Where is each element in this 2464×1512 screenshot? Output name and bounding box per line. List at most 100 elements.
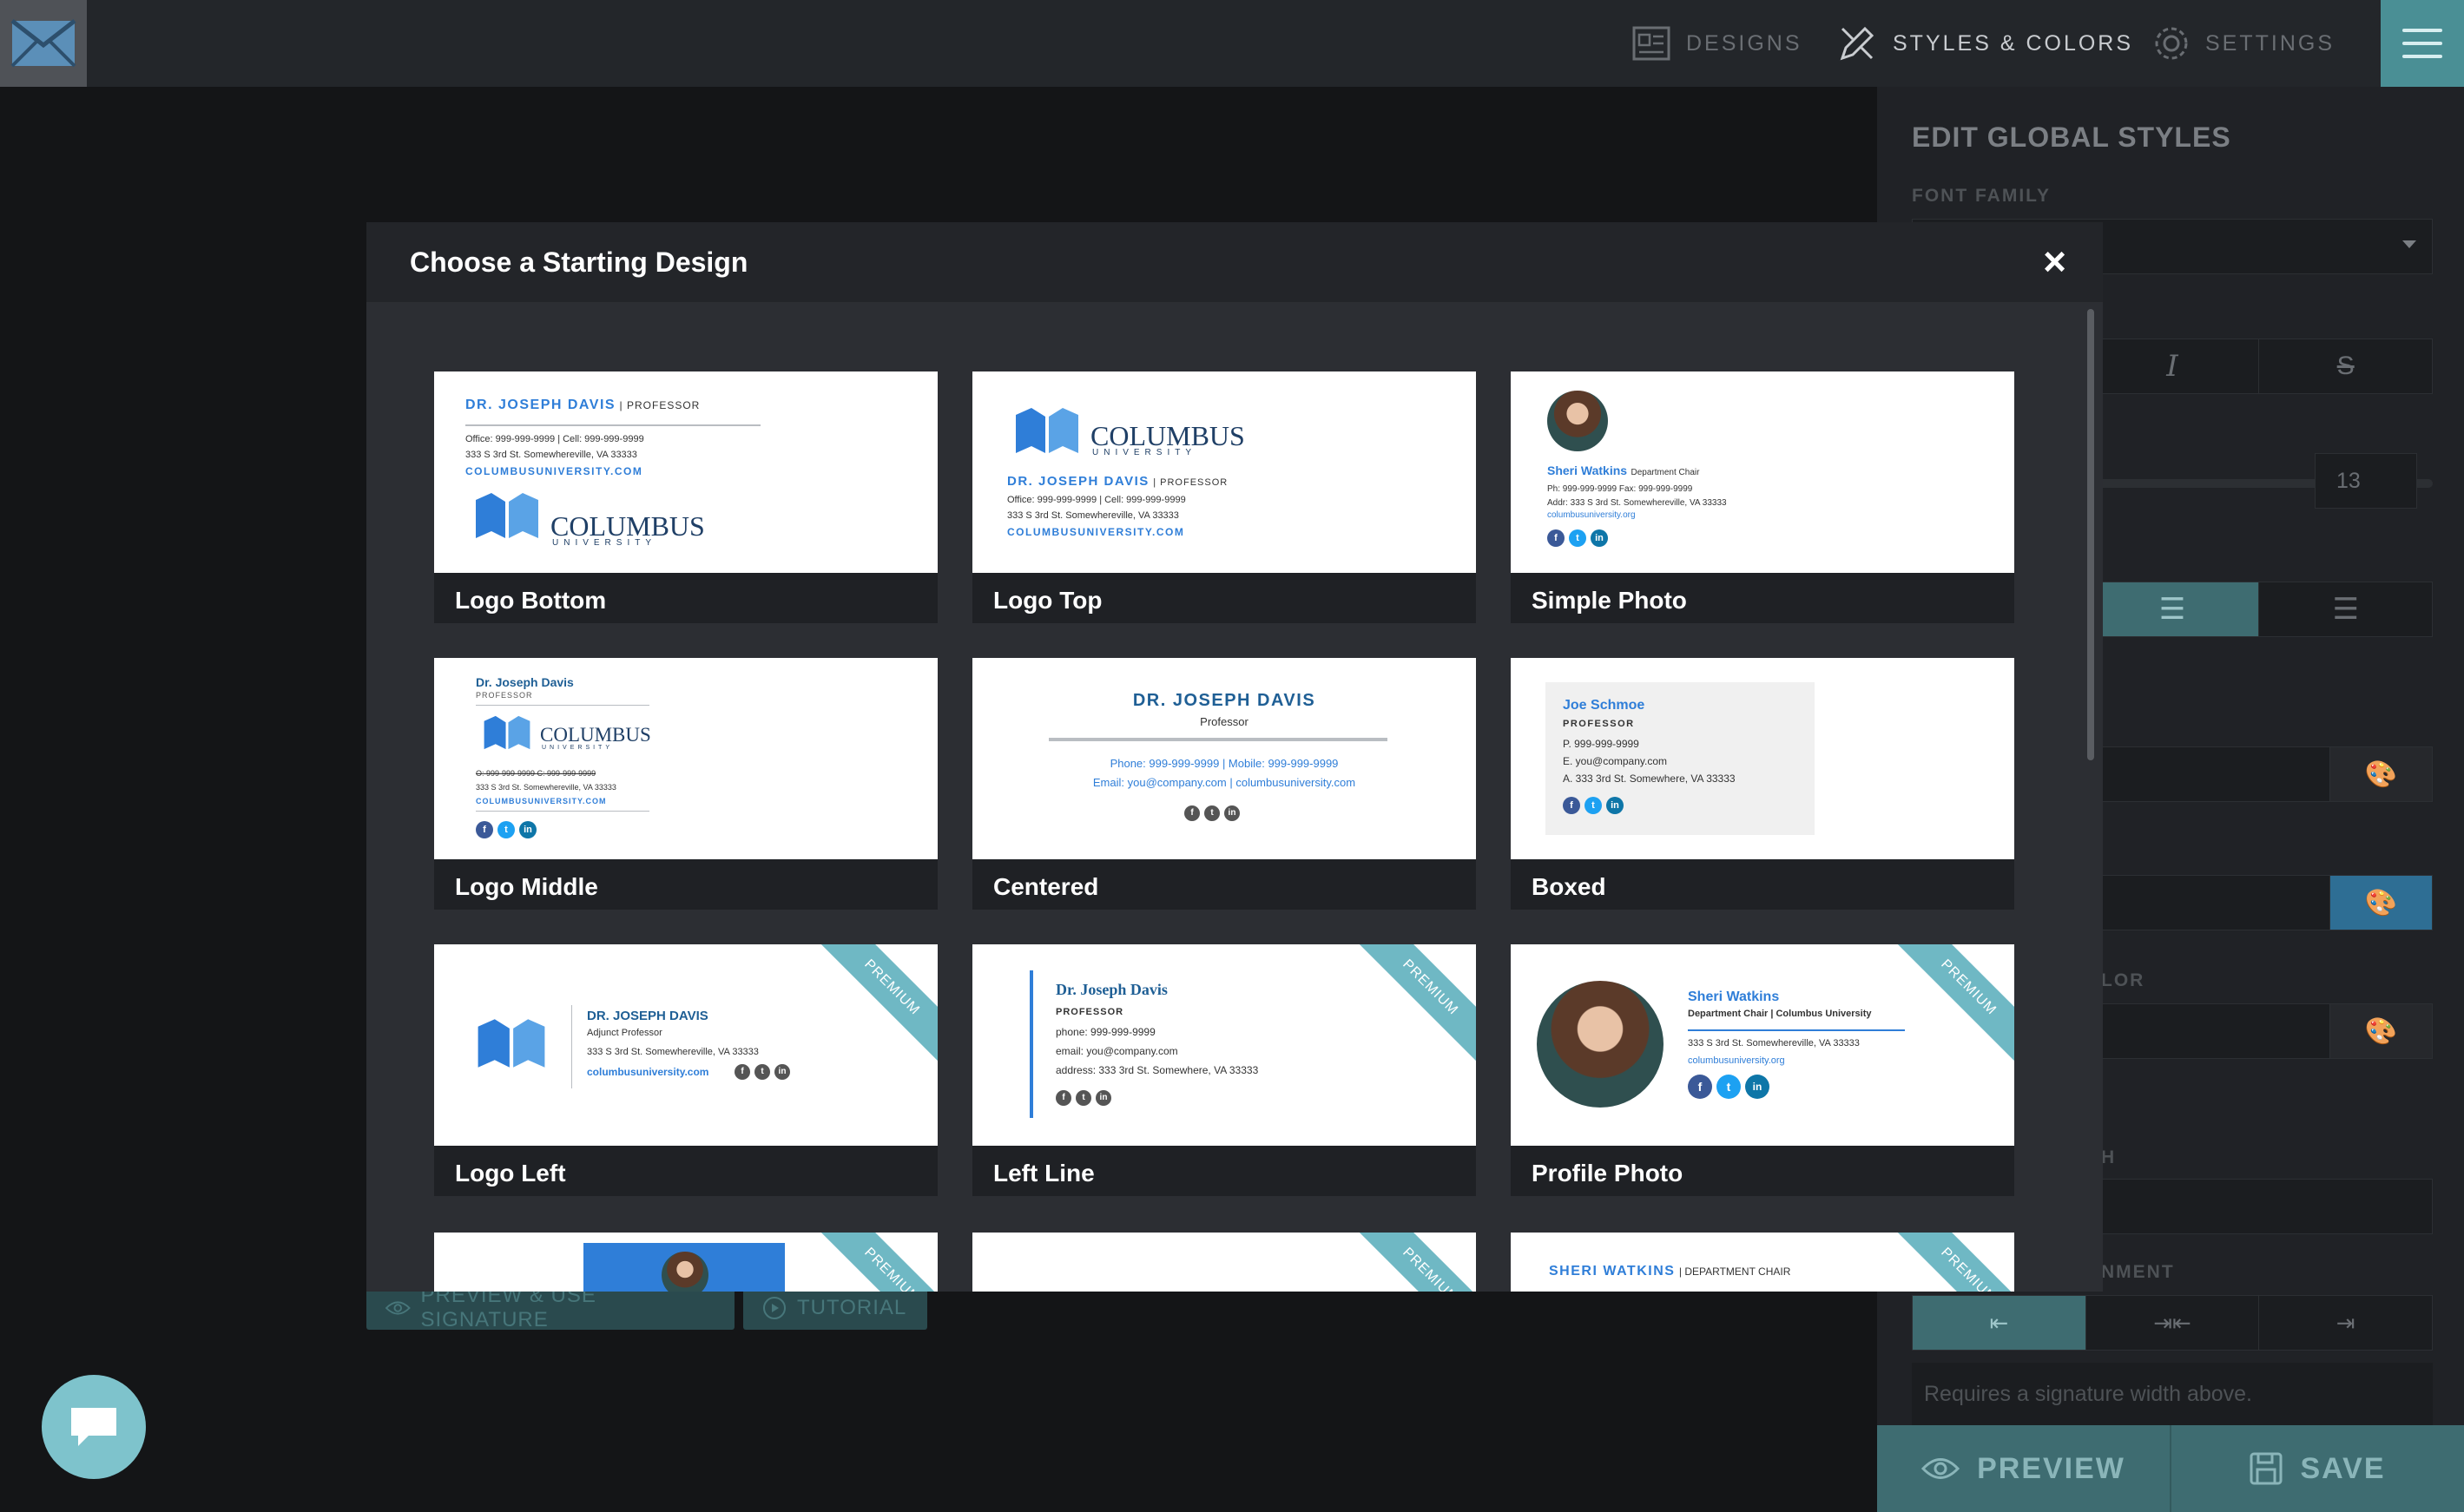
sig-name: Dr. Joseph Davis	[476, 675, 574, 689]
nav-styles-colors[interactable]: STYLES & COLORS	[1837, 0, 2133, 87]
tutorial-button[interactable]: TUTORIAL	[743, 1286, 927, 1330]
columbus-logo-icon	[478, 1019, 545, 1068]
design-card-partial-2[interactable]: PREMIUM	[972, 1233, 1476, 1292]
align-left-button[interactable]: ⇤	[1913, 1296, 2086, 1350]
social-icons: f t in	[1563, 797, 1624, 814]
pencil-ruler-icon	[1840, 26, 1874, 61]
design-label: Logo Middle	[455, 873, 598, 900]
twitter-icon: t	[1716, 1075, 1741, 1099]
palette-icon[interactable]: 🎨	[2329, 876, 2432, 930]
design-card-logo-bottom[interactable]: DR. JOSEPH DAVIS | PROFESSOR Office: 999…	[434, 371, 938, 623]
sig-title: Professor	[1200, 715, 1248, 728]
twitter-icon: t	[1584, 797, 1602, 814]
gear-icon	[2155, 27, 2188, 60]
facebook-icon: f	[1184, 805, 1200, 821]
play-circle-icon	[763, 1297, 786, 1319]
sig-email: Email: you@company.com | columbusunivers…	[1092, 776, 1356, 789]
chat-button[interactable]	[42, 1375, 146, 1479]
app-logo[interactable]	[0, 0, 87, 87]
social-icons: f t in	[1056, 1090, 1111, 1106]
design-preview: PREMIUM Sheri Watkins Department Chair |…	[1511, 944, 2014, 1146]
sig-address: 333 S 3rd St. Somewhereville, VA 33333	[1688, 1038, 1860, 1049]
design-label: Left Line	[993, 1160, 1095, 1187]
design-label: Logo Bottom	[455, 587, 607, 614]
top-bar: DESIGNS STYLES & COLORS SETTINGS	[0, 0, 2464, 87]
sig-address: Addr: 333 S 3rd St. Somewhereville, VA 3…	[1547, 498, 1727, 508]
alignment-label: NMENT	[2101, 1262, 2175, 1282]
design-label: Centered	[993, 873, 1099, 900]
design-card-partial-3[interactable]: PREMIUM SHERI WATKINS | DEPARTMENT CHAIR	[1511, 1233, 2014, 1292]
design-preview: PREMIUM	[434, 1233, 938, 1292]
menu-button[interactable]	[2381, 0, 2464, 87]
sig-address: 333 S 3rd St. Somewhereville, VA 33333	[476, 783, 616, 792]
width-requirement-note: Requires a signature width above.	[1912, 1363, 2433, 1432]
alignment-toggles: ⇤ ⇥⇤ ⇥	[1912, 1295, 2433, 1351]
eye-icon	[1921, 1458, 1960, 1479]
nav-designs-label: DESIGNS	[1686, 30, 1802, 56]
panel-title: EDIT GLOBAL STYLES	[1912, 122, 2231, 153]
design-card-centered[interactable]: DR. JOSEPH DAVIS Professor Phone: 999-99…	[972, 658, 1476, 910]
design-card-boxed[interactable]: Joe Schmoe PROFESSOR P. 999-999-9999 E. …	[1511, 658, 2014, 910]
twitter-icon: t	[1204, 805, 1220, 821]
palette-icon[interactable]: 🎨	[2329, 747, 2432, 801]
sig-phones: O: 999-999-9999 C: 999-999-9999	[476, 769, 596, 778]
modal-title: Choose a Starting Design	[410, 247, 748, 278]
nav-settings[interactable]: SETTINGS	[2153, 0, 2335, 87]
columbus-logo-icon	[476, 493, 538, 538]
sig-phone: phone: 999-999-9999	[1056, 1026, 1156, 1038]
palette-icon[interactable]: 🎨	[2329, 1004, 2432, 1058]
sig-title: PROFESSOR	[1563, 719, 1635, 729]
logo-subtext: UNIVERSITY	[1092, 448, 1197, 457]
divider	[571, 1005, 572, 1088]
align-right-button[interactable]: ⇥	[2259, 1296, 2433, 1350]
sig-url: COLUMBUSUNIVERSITY.COM	[476, 797, 607, 805]
font-size-input[interactable]: 13	[2315, 453, 2417, 509]
facebook-icon: f	[1056, 1090, 1071, 1106]
design-preview: PREMIUM Dr. Joseph Davis PROFESSOR phone…	[972, 944, 1476, 1146]
align-center-button[interactable]: ⇥⇤	[2085, 1296, 2260, 1350]
choose-design-modal: Choose a Starting Design × DR. JOSEPH DA…	[366, 222, 2103, 1292]
linkedin-icon: in	[1591, 529, 1608, 547]
line-height-normal[interactable]: ☰	[2085, 582, 2260, 636]
strikethrough-toggle[interactable]: S	[2259, 339, 2433, 393]
modal-scrollbar[interactable]	[2087, 309, 2094, 760]
save-button[interactable]: SAVE	[2171, 1425, 2464, 1512]
sig-address: A. 333 3rd St. Somewhere, VA 33333	[1563, 772, 1736, 785]
strikethrough-icon: S	[2336, 352, 2355, 380]
divider	[476, 705, 649, 706]
design-card-partial-1[interactable]: PREMIUM	[434, 1233, 938, 1292]
premium-ribbon: PREMIUM	[814, 1233, 938, 1292]
line-height-wide[interactable]: ☰	[2259, 582, 2433, 636]
sig-name: Sheri Watkins	[1547, 463, 1628, 477]
premium-ribbon: PREMIUM	[1890, 944, 2014, 1066]
social-icons: f t in	[735, 1064, 790, 1080]
align-left-icon: ⇤	[1989, 1309, 2009, 1336]
italic-toggle[interactable]: I	[2085, 339, 2260, 393]
preview-use-signature-button[interactable]: PREVIEW & USE SIGNATURE	[366, 1284, 735, 1331]
sig-title: Department Chair | Columbus University	[1688, 1009, 1872, 1019]
columbus-logo-icon	[1016, 408, 1078, 453]
linkedin-icon: in	[1606, 797, 1624, 814]
sig-name: Dr. Joseph Davis	[1056, 981, 1168, 998]
width-label: H	[2101, 1147, 2117, 1167]
design-preview: Joe Schmoe PROFESSOR P. 999-999-9999 E. …	[1511, 658, 2014, 859]
design-card-logo-top[interactable]: COLUMBUS UNIVERSITY DR. JOSEPH DAVIS | P…	[972, 371, 1476, 623]
design-label: Profile Photo	[1532, 1160, 1683, 1187]
design-card-profile-photo[interactable]: PREMIUM Sheri Watkins Department Chair |…	[1511, 944, 2014, 1196]
social-icons: f t in	[476, 821, 537, 838]
design-preview: COLUMBUS UNIVERSITY DR. JOSEPH DAVIS | P…	[972, 371, 1476, 573]
design-card-logo-middle[interactable]: Dr. Joseph Davis PROFESSOR COLUMBUS UNIV…	[434, 658, 938, 910]
sig-title: PROFESSOR	[1056, 1007, 1124, 1017]
nav-designs[interactable]: DESIGNS	[1632, 0, 1802, 87]
preview-button[interactable]: PREVIEW	[1877, 1425, 2171, 1512]
sig-title: PROFESSOR	[476, 691, 533, 700]
linkedin-icon: in	[1224, 805, 1240, 821]
italic-icon: I	[2166, 349, 2178, 384]
design-card-left-line[interactable]: PREMIUM Dr. Joseph Davis PROFESSOR phone…	[972, 944, 1476, 1196]
align-right-icon: ⇥	[2336, 1309, 2355, 1336]
logo-wordmark: COLUMBUS	[540, 724, 651, 746]
design-card-simple-photo[interactable]: Sheri Watkins Department Chair Ph: 999-9…	[1511, 371, 2014, 623]
close-icon[interactable]: ×	[2043, 241, 2066, 281]
design-card-logo-left[interactable]: PREMIUM DR. JOSEPH DAVIS Adjunct Profess…	[434, 944, 938, 1196]
linkedin-icon: in	[1745, 1075, 1769, 1099]
